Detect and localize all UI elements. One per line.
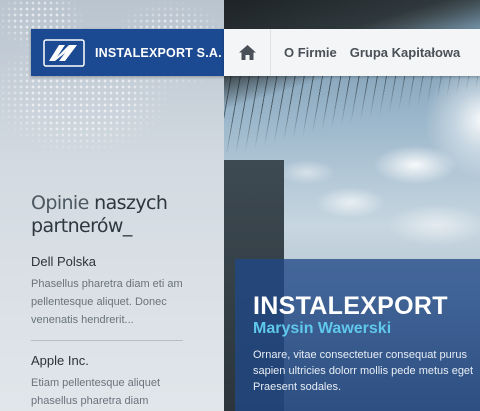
review-text: Phasellus pharetra diam eti am pellentes… xyxy=(31,278,183,326)
brand-name: INSTALEXPORT S.A. xyxy=(95,45,222,60)
nav-item-grupa-kapitalowa[interactable]: Grupa Kapitałowa xyxy=(337,45,461,60)
review-author[interactable]: Dell Polska xyxy=(31,254,191,269)
nav-item-o-firmie[interactable]: O Firmie xyxy=(271,45,337,60)
logo-mark-icon xyxy=(43,38,85,67)
hero-description: Ornare, vitae consectetuer consequat pur… xyxy=(253,349,474,393)
review-item[interactable]: Apple Inc. Etiam pellentesque aliquet ph… xyxy=(31,353,191,410)
home-icon xyxy=(238,45,256,60)
hero-caption: INSTALEXPORT Marysin Wawerski Ornare, vi… xyxy=(235,259,480,411)
review-author[interactable]: Apple Inc. xyxy=(31,353,191,368)
partner-opinions-section: Opinie naszych partnerów_ Dell Polska Ph… xyxy=(31,192,191,410)
divider xyxy=(31,340,183,341)
hero-title: INSTALEXPORT xyxy=(253,292,448,320)
home-button[interactable] xyxy=(224,29,271,76)
review-text: Etiam pellentesque aliquet phasellus pha… xyxy=(31,377,161,407)
brand-logo[interactable]: INSTALEXPORT S.A. xyxy=(31,29,224,76)
review-item[interactable]: Dell Polska Phasellus pharetra diam eti … xyxy=(31,254,191,329)
opinions-heading: Opinie naszych partnerów_ xyxy=(31,192,168,237)
hero-subtitle[interactable]: Marysin Wawerski xyxy=(253,319,480,339)
main-nav: O Firmie Grupa Kapitałowa xyxy=(224,29,480,76)
